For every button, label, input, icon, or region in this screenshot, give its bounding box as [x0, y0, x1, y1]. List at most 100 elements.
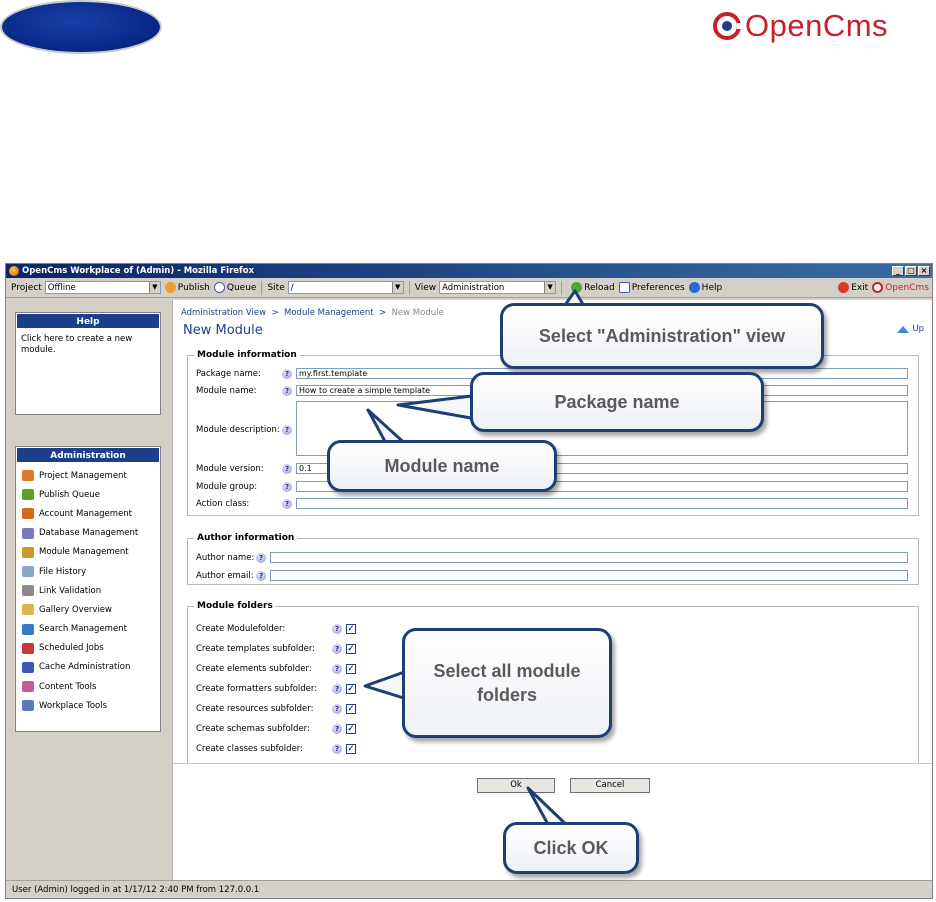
sidebar-item-label: Cache Administration: [39, 662, 131, 673]
site-select[interactable]: / ▼: [287, 281, 404, 294]
help-button[interactable]: Help: [688, 282, 723, 293]
admin-tool-icon: [22, 604, 34, 616]
sidebar-item[interactable]: Search Management: [16, 620, 160, 639]
help-question-icon[interactable]: ?: [332, 643, 342, 654]
admin-tool-icon: [22, 566, 34, 578]
reload-label: Reload: [584, 282, 615, 293]
view-select[interactable]: Administration ▼: [439, 281, 557, 294]
sidebar-item[interactable]: Scheduled Jobs: [16, 639, 160, 658]
close-button[interactable]: ×: [918, 266, 930, 276]
toolbar-brand-text: OpenCms: [885, 282, 929, 293]
sidebar-item[interactable]: Cache Administration: [16, 658, 160, 677]
sidebar-item[interactable]: Content Tools: [16, 677, 160, 696]
author-name-input[interactable]: [270, 552, 908, 563]
breadcrumb-new-module: New Module: [391, 308, 444, 318]
module-folder-checkbox[interactable]: ✓: [346, 683, 356, 694]
module-folder-checkbox[interactable]: ✓: [346, 723, 356, 734]
help-question-icon[interactable]: ?: [282, 368, 292, 379]
administration-panel-title: Administration: [16, 447, 160, 463]
admin-tool-icon: [22, 623, 34, 635]
module-folder-checkbox[interactable]: ✓: [346, 663, 356, 674]
sidebar-item-label: Workplace Tools: [39, 700, 108, 711]
project-select[interactable]: Offline ▼: [44, 281, 161, 294]
sidebar-item[interactable]: Project Management: [16, 466, 160, 485]
help-question-icon[interactable]: ?: [282, 481, 292, 492]
author-email-input[interactable]: [270, 570, 908, 581]
exit-label: Exit: [851, 282, 869, 293]
help-question-icon[interactable]: ?: [332, 723, 342, 734]
module-folder-checkbox[interactable]: ✓: [346, 623, 356, 634]
exit-icon: [838, 282, 850, 293]
status-bar: User (Admin) logged in at 1/17/12 2:40 P…: [6, 880, 932, 898]
module-folder-label: Create resources subfolder:: [196, 703, 314, 714]
sidebar-item[interactable]: Account Management: [16, 504, 160, 523]
admin-tool-icon: [22, 585, 34, 597]
help-question-icon[interactable]: ?: [332, 743, 342, 754]
sidebar-item-label: Database Management: [39, 528, 139, 539]
ok-button[interactable]: Ok: [477, 778, 555, 793]
opencms-small-icon: [872, 282, 884, 293]
help-question-icon[interactable]: ?: [256, 552, 266, 563]
sidebar-item[interactable]: File History: [16, 562, 160, 581]
sidebar-item[interactable]: Gallery Overview: [16, 600, 160, 619]
callout-package-name: Package name: [470, 372, 764, 432]
preferences-icon: [618, 282, 630, 293]
help-question-icon[interactable]: ?: [332, 623, 342, 634]
view-label: View: [414, 282, 437, 293]
admin-tool-icon: [22, 470, 34, 482]
module-folder-label: Create templates subfolder:: [196, 643, 316, 654]
preferences-button[interactable]: Preferences: [618, 282, 685, 293]
sidebar-item[interactable]: Link Validation: [16, 581, 160, 600]
callout-module-name: Module name: [327, 440, 557, 492]
view-select-value: Administration: [442, 282, 505, 293]
window-titlebar: OpenCms Workplace of (Admin) - Mozilla F…: [6, 264, 932, 278]
toolbar-separator: [561, 280, 563, 295]
sidebar-item[interactable]: Module Management: [16, 543, 160, 562]
help-question-icon[interactable]: ?: [282, 463, 292, 474]
sidebar-item-label: File History: [39, 566, 87, 577]
sidebar: Help Click here to create a new module. …: [6, 300, 172, 880]
help-question-icon[interactable]: ?: [282, 498, 292, 509]
module-folder-label: Create formatters subfolder:: [196, 683, 318, 694]
sidebar-item[interactable]: Database Management: [16, 524, 160, 543]
module-folder-checkbox[interactable]: ✓: [346, 703, 356, 714]
sidebar-item[interactable]: Publish Queue: [16, 485, 160, 504]
help-panel-text: Click here to create a new module.: [21, 334, 133, 355]
author-information-fieldset: Author information Author name: ? Author…: [187, 533, 919, 585]
help-question-icon[interactable]: ?: [332, 663, 342, 674]
module-folder-checkbox[interactable]: ✓: [346, 743, 356, 754]
action-class-input[interactable]: [296, 498, 908, 509]
publish-button[interactable]: Publish: [164, 282, 210, 293]
module-description-label: Module description:: [196, 424, 280, 435]
help-question-icon[interactable]: ?: [282, 424, 292, 435]
cancel-button[interactable]: Cancel: [570, 778, 650, 793]
sidebar-item-label: Link Validation: [39, 585, 102, 596]
help-question-icon[interactable]: ?: [256, 570, 266, 581]
module-folder-checkbox[interactable]: ✓: [346, 643, 356, 654]
publish-icon: [164, 282, 176, 293]
maximize-button[interactable]: □: [905, 266, 917, 276]
help-question-icon[interactable]: ?: [332, 683, 342, 694]
admin-tool-icon: [22, 661, 34, 673]
module-folder-label: Create Modulefolder:: [196, 623, 286, 634]
queue-button[interactable]: Queue: [213, 282, 256, 293]
reload-button[interactable]: Reload: [571, 282, 615, 293]
queue-icon: [213, 282, 225, 293]
exit-button[interactable]: Exit: [838, 282, 868, 293]
module-group-label: Module group:: [196, 481, 258, 492]
callout-click-ok: Click OK: [503, 822, 639, 874]
help-question-icon[interactable]: ?: [332, 703, 342, 714]
help-label: Help: [701, 282, 723, 293]
breadcrumb-separator: >: [379, 308, 387, 318]
up-arrow-icon: [897, 325, 910, 333]
breadcrumb-module-management[interactable]: Module Management: [284, 308, 374, 318]
breadcrumb-administration-view[interactable]: Administration View: [181, 308, 266, 318]
module-name-label: Module name:: [196, 385, 257, 396]
sidebar-item[interactable]: Workplace Tools: [16, 696, 160, 715]
help-question-icon[interactable]: ?: [282, 385, 292, 396]
minimize-button[interactable]: _: [892, 266, 904, 276]
up-button[interactable]: Up: [897, 324, 924, 334]
breadcrumb-separator: >: [271, 308, 279, 318]
administration-panel: Administration Project Management Publish…: [15, 446, 161, 732]
sidebar-item-label: Project Management: [39, 470, 127, 481]
